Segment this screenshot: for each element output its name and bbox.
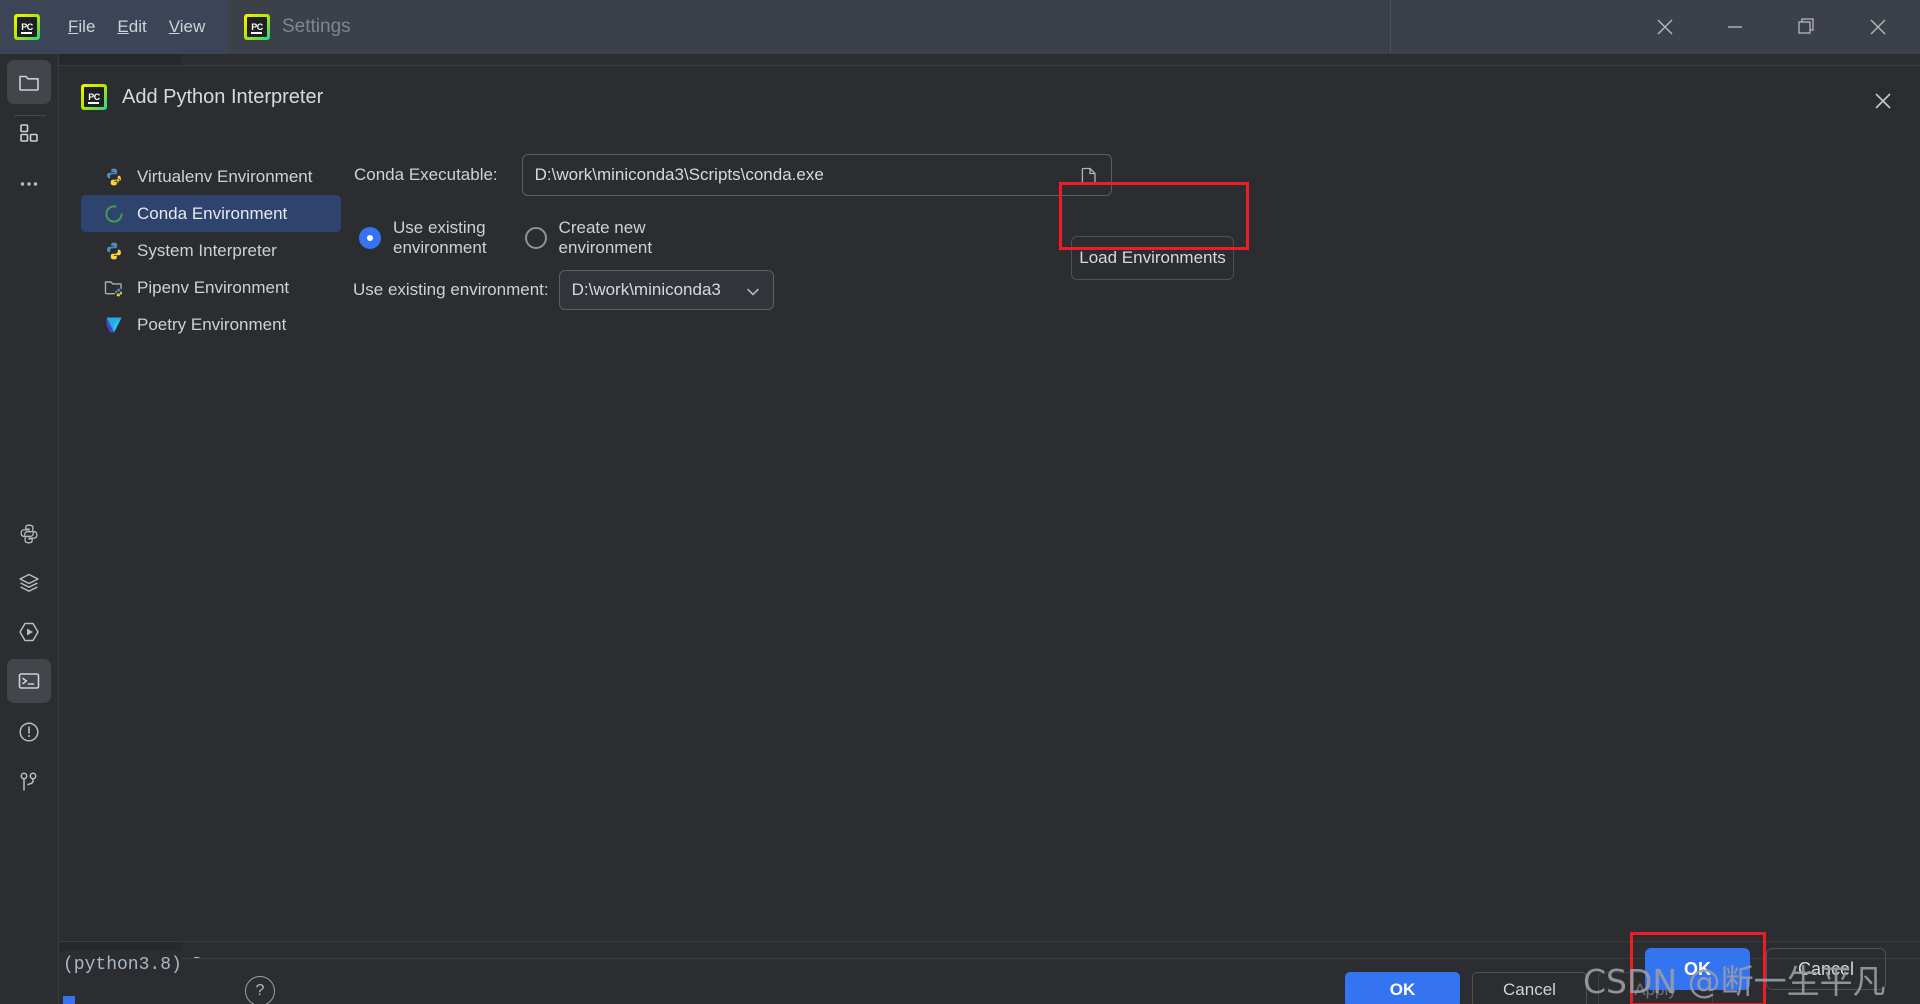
window-minimize-button[interactable] [1702, 0, 1768, 54]
sidebar-item-label: Virtualenv Environment [137, 166, 313, 186]
dialog-title: Add Python Interpreter [122, 85, 324, 108]
radio-create-new-environment[interactable] [524, 227, 547, 249]
dialog-header: PC Add Python Interpreter [59, 66, 1920, 128]
conda-icon [103, 203, 125, 225]
conda-executable-row: Conda Executable: D:\work\miniconda3\Scr… [354, 154, 1112, 196]
structure-icon [20, 124, 38, 142]
run-icon [19, 622, 39, 642]
help-button[interactable]: ? [245, 976, 275, 1004]
ide-titlebar: PC File Edit View PC Settings [0, 0, 1920, 54]
sidebar-item-pipenv-environment[interactable]: Pipenv Environment [81, 269, 341, 306]
sidebar-item-virtualenv-environment[interactable]: Virtualenv Environment [81, 158, 341, 195]
settings-ok-button[interactable]: OK [1345, 972, 1460, 1004]
window-maximize-button[interactable] [1773, 0, 1839, 54]
watermark: CSDN @断一生平凡 [1583, 962, 1886, 1001]
existing-environment-select[interactable]: D:\work\miniconda3 [558, 270, 774, 310]
rail-item-project[interactable] [7, 60, 51, 104]
rail-item-structure[interactable] [7, 111, 51, 155]
pipenv-icon [103, 277, 125, 299]
rail-item-database[interactable] [7, 561, 51, 605]
existing-environment-row: Use existing environment: D:\work\minico… [353, 270, 774, 310]
python-packages-icon [20, 524, 38, 544]
poetry-icon [103, 314, 125, 336]
radio-label-use-existing: Use existing environment [393, 218, 487, 257]
database-icon [19, 573, 39, 593]
settings-window-title: Settings [282, 16, 351, 37]
settings-window-icon: PC [244, 14, 270, 40]
problems-icon [19, 722, 39, 742]
tool-rail [0, 54, 59, 1004]
conda-executable-value: D:\work\miniconda3\Scripts\conda.exe [534, 165, 824, 184]
terminal-cursor-block [63, 996, 75, 1004]
sidebar-item-label: System Interpreter [137, 240, 277, 260]
conda-executable-label: Conda Executable: [354, 165, 498, 184]
window-close-button[interactable] [1845, 0, 1911, 54]
rail-item-run[interactable] [7, 610, 51, 654]
terminal-icon [18, 673, 40, 689]
sidebar-item-label: Poetry Environment [137, 314, 287, 334]
interpreter-type-list: Virtualenv Environment Conda Environment [81, 158, 341, 343]
load-environments-button[interactable]: Load Environments [1071, 236, 1234, 280]
sidebar-item-poetry-environment[interactable]: Poetry Environment [81, 306, 341, 343]
titlebar-divider [1390, 0, 1391, 54]
rail-item-more[interactable] [7, 162, 51, 206]
folder-icon[interactable] [1079, 166, 1099, 191]
virtualenv-icon [103, 166, 125, 188]
radio-use-existing-environment[interactable] [359, 227, 381, 249]
rail-item-problems[interactable] [7, 710, 51, 754]
environment-mode-radio-group: Use existing environment Create new envi… [359, 218, 678, 258]
pycharm-logo-icon: PC [14, 14, 40, 40]
rail-item-python-packages[interactable] [7, 512, 51, 556]
existing-environment-label: Use existing environment: [353, 280, 549, 299]
python-icon [103, 240, 125, 262]
add-python-interpreter-dialog: PC Add Python Interpreter Virtualenv Env… [59, 66, 1920, 1004]
close-icon [1875, 93, 1891, 109]
settings-close-button[interactable] [1632, 0, 1698, 54]
main-menu: File Edit View [68, 0, 205, 54]
menu-item-edit[interactable]: Edit [117, 17, 146, 37]
settings-cancel-button[interactable]: Cancel [1472, 972, 1587, 1004]
more-options-icon [20, 182, 38, 186]
radio-label-create-new: Create new environment [558, 218, 653, 257]
sidebar-item-label: Conda Environment [137, 203, 288, 223]
rail-item-terminal[interactable] [7, 659, 51, 703]
version-control-icon [20, 772, 37, 791]
dialog-pycharm-logo-icon: PC [81, 84, 107, 110]
screen: PC File Edit View PC Settings (python3.8… [0, 0, 1920, 1004]
chevron-down-icon[interactable] [744, 283, 762, 306]
sidebar-item-system-interpreter[interactable]: System Interpreter [81, 232, 341, 269]
menu-item-file[interactable]: File [68, 17, 95, 37]
sidebar-item-label: Pipenv Environment [137, 277, 290, 297]
conda-executable-input[interactable]: D:\work\miniconda3\Scripts\conda.exe [521, 154, 1112, 196]
sidebar-item-conda-environment[interactable]: Conda Environment [81, 195, 341, 232]
project-folder-icon [19, 75, 39, 91]
rail-item-version-control[interactable] [7, 760, 51, 804]
existing-environment-value: D:\work\miniconda3 [571, 280, 721, 299]
menu-item-view[interactable]: View [169, 17, 206, 37]
dialog-close-button[interactable] [1862, 80, 1904, 122]
